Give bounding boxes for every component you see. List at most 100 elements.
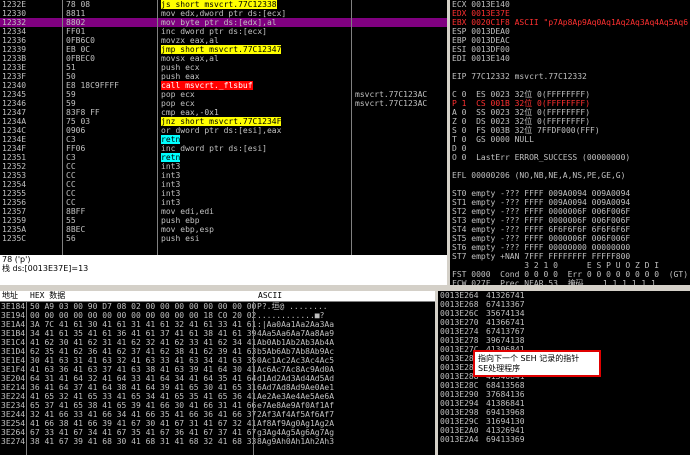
disasm-address[interactable]: 12336 bbox=[2, 36, 26, 45]
disasm-hex[interactable]: C3 bbox=[66, 153, 76, 162]
dump-hex[interactable]: 30 41 63 31 41 63 32 41 63 33 41 63 34 4… bbox=[30, 356, 256, 365]
dump-ascii[interactable]: :|Aa0Aa1Aa2Aa3Aa bbox=[257, 320, 334, 329]
dump-hex[interactable]: 41 65 32 41 65 33 41 65 34 41 65 35 41 6… bbox=[30, 392, 256, 401]
dump-row[interactable]: 3E274 38 41 67 39 41 68 30 41 68 31 41 68… bbox=[0, 437, 435, 446]
stack-row[interactable]: 0013E274 67413767 bbox=[438, 327, 690, 336]
disasm-instruction[interactable]: retn bbox=[161, 135, 181, 144]
stack-row[interactable]: 0013E278 39674138 bbox=[438, 336, 690, 345]
disasm-address[interactable]: 12359 bbox=[2, 216, 26, 225]
disasm-instruction[interactable]: inc dword ptr ds:[ecx] bbox=[161, 27, 267, 36]
dump-ascii[interactable]: P?.垣@ ........ bbox=[257, 302, 328, 311]
memory-dump-pane[interactable]: 3E184 50 A9 03 00 90 D7 08 02 00 00 00 00… bbox=[0, 302, 435, 455]
disasm-hex[interactable]: CC bbox=[66, 189, 76, 198]
disasm-row[interactable]: 1234F FF06 inc dword ptr ds:[esi] bbox=[0, 144, 447, 153]
disasm-address[interactable]: 12346 bbox=[2, 99, 26, 108]
dump-ascii[interactable]: 2Af3Af4Af5Af6Af7 bbox=[257, 410, 334, 419]
stack-value[interactable]: 35674134 bbox=[486, 309, 525, 318]
disasm-instruction[interactable]: push eax bbox=[161, 72, 200, 81]
stack-address[interactable]: 0013E290 bbox=[440, 390, 479, 399]
disasm-hex[interactable]: 75 03 bbox=[66, 117, 90, 126]
disasm-address[interactable]: 12330 bbox=[2, 9, 26, 18]
disasm-address[interactable]: 1234C bbox=[2, 126, 26, 135]
stack-value[interactable]: 69413968 bbox=[486, 408, 525, 417]
stack-row[interactable]: 0013E26C 35674134 bbox=[438, 309, 690, 318]
disasm-instruction[interactable]: push ebp bbox=[161, 216, 200, 225]
dump-address[interactable]: 3E1D4 bbox=[1, 347, 25, 356]
disasm-instruction[interactable]: jmp short msvcrt.77C12347 bbox=[161, 45, 282, 54]
stack-row[interactable]: 0013E290 37684136 bbox=[438, 390, 690, 399]
disasm-address[interactable]: 1235C bbox=[2, 234, 26, 243]
disasm-address[interactable]: 1235A bbox=[2, 225, 26, 234]
dump-hex[interactable]: 41 63 36 41 63 37 41 63 38 41 63 39 41 6… bbox=[30, 365, 256, 374]
dump-ascii[interactable]: g3Ag4Ag5Ag6Ag7Ag bbox=[257, 428, 334, 437]
dump-hex[interactable]: 38 41 67 39 41 68 30 41 68 31 41 68 32 4… bbox=[30, 437, 256, 446]
dump-ascii[interactable]: e7Ae8Ae9Af0Af1Af bbox=[257, 401, 334, 410]
disasm-address[interactable]: 12334 bbox=[2, 27, 26, 36]
disasm-instruction[interactable]: inc dword ptr ds:[esi] bbox=[161, 144, 267, 153]
disasm-address[interactable]: 12332 bbox=[2, 18, 26, 27]
dump-header-ascii[interactable]: ASCII bbox=[258, 291, 282, 301]
disasm-address[interactable]: 1232E bbox=[2, 0, 26, 9]
disasm-address[interactable]: 12353 bbox=[2, 171, 26, 180]
disasm-row[interactable]: 12351 C3 retn bbox=[0, 153, 447, 162]
disasm-address[interactable]: 12356 bbox=[2, 198, 26, 207]
disasm-hex[interactable]: C3 bbox=[66, 135, 76, 144]
disasm-hex[interactable]: 8802 bbox=[66, 18, 85, 27]
dump-ascii[interactable]: Ac6Ac7Ac8Ac9Ad0A bbox=[257, 365, 334, 374]
disasm-instruction[interactable]: int3 bbox=[161, 198, 180, 207]
disasm-instruction[interactable]: mov edi,edi bbox=[161, 207, 214, 216]
dump-row[interactable]: 3E194 00 00 00 00 00 00 00 00 00 00 00 00… bbox=[0, 311, 435, 320]
dump-address[interactable]: 3E1C4 bbox=[1, 338, 25, 347]
dump-hex[interactable]: 62 35 41 62 36 41 62 37 41 62 38 41 62 3… bbox=[30, 347, 256, 356]
disasm-hex[interactable]: 56 bbox=[66, 234, 76, 243]
disasm-hex[interactable]: 0FBEC0 bbox=[66, 54, 95, 63]
dump-address[interactable]: 3E1F4 bbox=[1, 365, 25, 374]
disasm-row[interactable]: 1233E 51 push ecx bbox=[0, 63, 447, 72]
stack-address[interactable]: 0013E274 bbox=[440, 327, 479, 336]
dump-ascii[interactable]: 0Ac1Ac2Ac3Ac4Ac5 bbox=[257, 356, 334, 365]
dump-address[interactable]: 3E244 bbox=[1, 410, 25, 419]
disasm-address[interactable]: 12354 bbox=[2, 180, 26, 189]
dump-row[interactable]: 3E204 64 31 41 64 32 41 64 33 41 64 34 41… bbox=[0, 374, 435, 383]
dump-row[interactable]: 3E214 36 41 64 37 41 64 38 41 64 39 41 65… bbox=[0, 383, 435, 392]
dump-hex[interactable]: 64 31 41 64 32 41 64 33 41 64 34 41 64 3… bbox=[30, 374, 256, 383]
stack-row[interactable]: 0013E2A4 69413369 bbox=[438, 435, 690, 444]
stack-address[interactable]: 0013E294 bbox=[440, 399, 479, 408]
disasm-row[interactable]: 12354 CC int3 bbox=[0, 180, 447, 189]
disasm-hex[interactable]: 8BFF bbox=[66, 207, 85, 216]
dump-ascii[interactable]: 4Aa5Aa6Aa7Aa8Aa9 bbox=[257, 329, 334, 338]
stack-row[interactable]: 0013E28C 68413568 bbox=[438, 381, 690, 390]
dump-address[interactable]: 3E184 bbox=[1, 302, 25, 311]
disasm-hex[interactable]: 83F8 FF bbox=[66, 108, 100, 117]
disasm-address[interactable]: 12347 bbox=[2, 108, 26, 117]
memory-dump-list[interactable]: 3E184 50 A9 03 00 90 D7 08 02 00 00 00 00… bbox=[0, 302, 435, 446]
dump-address[interactable]: 3E234 bbox=[1, 401, 25, 410]
disasm-hex[interactable]: 50 bbox=[66, 72, 76, 81]
disasm-row[interactable]: 12346 59 pop ecx msvcrt.77C123AC bbox=[0, 99, 447, 108]
disasm-hex[interactable]: FF06 bbox=[66, 144, 85, 153]
stack-address[interactable]: 0013E26C bbox=[440, 309, 479, 318]
dump-ascii[interactable]: ............■? bbox=[257, 311, 324, 320]
disasm-hex[interactable]: 8BEC bbox=[66, 225, 85, 234]
disasm-instruction[interactable]: cmp eax,-0x1 bbox=[161, 108, 219, 117]
disasm-hex[interactable]: 59 bbox=[66, 99, 76, 108]
stack-row[interactable]: 0013E29C 31694130 bbox=[438, 417, 690, 426]
disasm-hex[interactable]: 0906 bbox=[66, 126, 85, 135]
disasm-row[interactable]: 12356 CC int3 bbox=[0, 198, 447, 207]
disasm-instruction[interactable]: int3 bbox=[161, 180, 180, 189]
stack-row[interactable]: 0013E270 41366741 bbox=[438, 318, 690, 327]
disasm-hex[interactable]: 59 bbox=[66, 90, 76, 99]
disasm-instruction[interactable]: retn bbox=[161, 153, 181, 162]
disasm-row[interactable]: 12339 EB 0C jmp short msvcrt.77C12347 bbox=[0, 45, 447, 54]
dump-address[interactable]: 3E224 bbox=[1, 392, 25, 401]
disasm-instruction[interactable]: push ecx bbox=[161, 63, 200, 72]
disasm-row[interactable]: 12340 E8 18C9FFFF call msvcrt._flsbuf bbox=[0, 81, 447, 90]
dump-ascii[interactable]: Ae2Ae3Ae4Ae5Ae6A bbox=[257, 392, 334, 401]
disasm-row[interactable]: 1233F 50 push eax bbox=[0, 72, 447, 81]
disasm-row[interactable]: 12352 CC int3 bbox=[0, 162, 447, 171]
dump-row[interactable]: 3E1B4 34 41 61 35 41 61 36 41 61 37 41 61… bbox=[0, 329, 435, 338]
dump-address[interactable]: 3E194 bbox=[1, 311, 25, 320]
stack-row[interactable]: 0013E298 69413968 bbox=[438, 408, 690, 417]
disasm-instruction[interactable]: pop ecx bbox=[161, 90, 195, 99]
dump-row[interactable]: 3E224 41 65 32 41 65 33 41 65 34 41 65 35… bbox=[0, 392, 435, 401]
